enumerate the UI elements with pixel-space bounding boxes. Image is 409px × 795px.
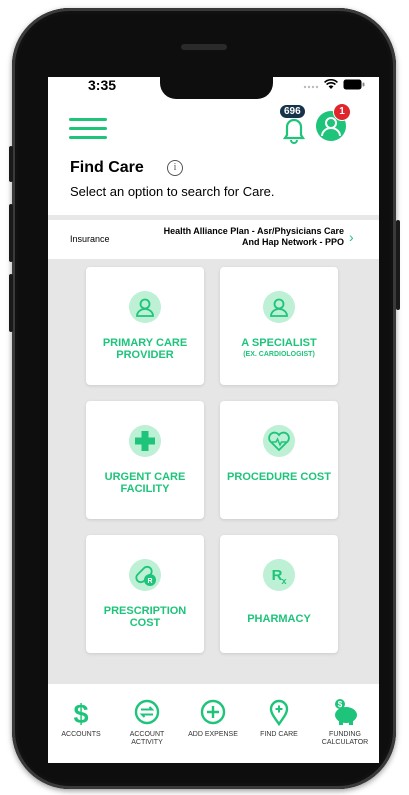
- volume-up-button: [9, 204, 13, 262]
- insurance-plan-line1: Health Alliance Plan - Asr/Physicians Ca…: [163, 226, 344, 236]
- card-procedure-cost[interactable]: PROCEDURE COST: [220, 401, 338, 519]
- signal-icon: [303, 85, 319, 88]
- person-icon: [129, 291, 161, 323]
- info-icon[interactable]: i: [167, 160, 183, 176]
- care-options-grid: PRIMARY CARE PROVIDER A SPECIALIST (EX. …: [48, 259, 379, 683]
- status-bar: 3:35: [48, 77, 379, 99]
- insurance-label: Insurance: [70, 234, 110, 244]
- menu-icon[interactable]: [69, 118, 107, 139]
- card-label: A SPECIALIST (EX. CARDIOLOGIST): [224, 337, 334, 361]
- card-subtitle: (EX. CARDIOLOGIST): [243, 351, 315, 358]
- nav-account-activity[interactable]: ACCOUNT ACTIVITY: [114, 698, 180, 747]
- card-title: PHARMACY: [247, 613, 311, 625]
- insurance-plan-line2: And Hap Network - PPO: [241, 237, 344, 247]
- card-title: PROCEDURE COST: [227, 471, 331, 483]
- card-title: URGENT CARE FACILITY: [104, 471, 186, 495]
- card-primary-care-provider[interactable]: PRIMARY CARE PROVIDER: [86, 267, 204, 385]
- card-label: PRESCRIPTION COST: [90, 605, 200, 629]
- volume-down-button: [9, 274, 13, 332]
- notifications-button[interactable]: 696: [278, 105, 310, 145]
- svg-text:R: R: [147, 578, 152, 585]
- power-button: [396, 220, 400, 310]
- nav-label: FUNDING CALCULATOR: [321, 731, 369, 746]
- rx-icon: R x: [263, 559, 295, 591]
- svg-text:x: x: [281, 576, 286, 586]
- app-header: 696 1: [48, 99, 379, 153]
- profile-badge: 1: [333, 103, 351, 121]
- dollar-icon: $: [48, 698, 114, 729]
- card-label: PRIMARY CARE PROVIDER: [90, 337, 200, 361]
- transfer-icon: [114, 698, 180, 726]
- camera-notch: [160, 77, 273, 99]
- insurance-selector[interactable]: Insurance Health Alliance Plan - Asr/Phy…: [48, 215, 379, 259]
- card-label: PHARMACY: [224, 613, 334, 625]
- notification-count-badge: 696: [280, 105, 305, 118]
- card-label: URGENT CARE FACILITY: [90, 471, 200, 495]
- chevron-right-icon: ›: [349, 229, 354, 245]
- card-prescription-cost[interactable]: R PRESCRIPTION COST: [86, 535, 204, 653]
- app-screen: 3:35 696 1 Find Care i Select an option …: [48, 77, 379, 763]
- card-title: A SPECIALIST: [241, 337, 317, 349]
- wifi-icon: [324, 79, 338, 89]
- card-title: PRESCRIPTION COST: [103, 605, 187, 629]
- nav-label: ACCOUNTS: [61, 731, 101, 738]
- nav-label: ACCOUNT ACTIVITY: [129, 731, 165, 746]
- location-pin-plus-icon: [246, 698, 312, 727]
- svg-text:$: $: [338, 700, 343, 709]
- card-pharmacy[interactable]: R x PHARMACY: [220, 535, 338, 653]
- card-urgent-care-facility[interactable]: URGENT CARE FACILITY: [86, 401, 204, 519]
- status-icons: [303, 79, 365, 90]
- plus-circle-icon: [180, 698, 246, 726]
- page-title: Find Care: [70, 159, 144, 176]
- nav-add-expense[interactable]: ADD EXPENSE: [180, 698, 246, 739]
- nav-accounts[interactable]: $ ACCOUNTS: [48, 698, 114, 739]
- card-title: PRIMARY CARE PROVIDER: [102, 337, 188, 361]
- speaker-grille: [181, 44, 227, 50]
- piggy-bank-icon: $: [312, 698, 378, 726]
- insurance-plan-name: Health Alliance Plan - Asr/Physicians Ca…: [126, 226, 344, 248]
- mute-switch: [9, 146, 13, 182]
- nav-label: FIND CARE: [260, 731, 298, 738]
- card-label: PROCEDURE COST: [224, 471, 334, 483]
- nav-label: ADD EXPENSE: [188, 731, 238, 738]
- nav-find-care[interactable]: FIND CARE: [246, 698, 312, 739]
- battery-icon: [343, 79, 365, 90]
- bottom-navigation: $ ACCOUNTS ACCOUNT ACTIVITY ADD EXPENSE …: [48, 683, 379, 763]
- page-subtitle: Select an option to search for Care.: [70, 184, 275, 199]
- medical-cross-icon: [129, 425, 161, 457]
- person-icon: [263, 291, 295, 323]
- svg-text:$: $: [73, 699, 88, 726]
- pill-rx-icon: R: [129, 559, 161, 591]
- card-specialist[interactable]: A SPECIALIST (EX. CARDIOLOGIST): [220, 267, 338, 385]
- nav-funding-calculator[interactable]: $ FUNDING CALCULATOR: [312, 698, 378, 747]
- heart-pulse-icon: [263, 425, 295, 457]
- status-time: 3:35: [88, 77, 117, 93]
